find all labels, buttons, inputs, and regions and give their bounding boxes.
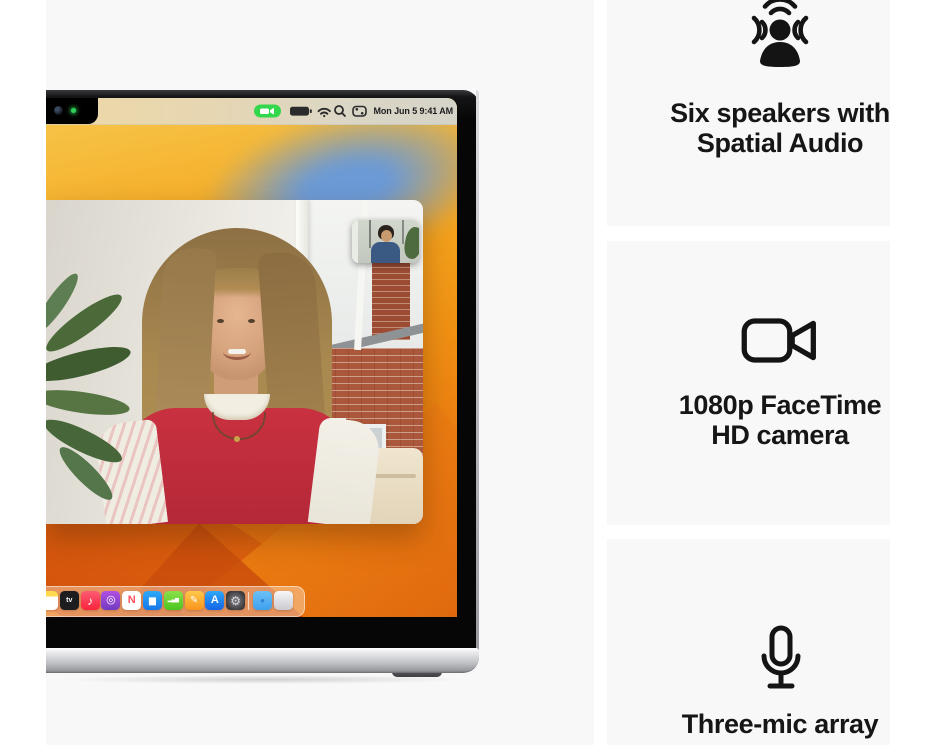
white-sleeve [308, 417, 382, 524]
menu-bar-clock: Mon Jun 5 9:41 AM [374, 106, 453, 116]
white-sleeve [94, 419, 168, 524]
pip-window-bar [402, 220, 404, 244]
facetime-window [46, 200, 423, 524]
feature-headline-line: Six speakers with [630, 98, 930, 128]
feature-tile-three-mic: Three-mic array [607, 539, 890, 745]
camera-active-pill [254, 105, 281, 118]
dock-icon-music: ♪ [81, 591, 100, 610]
camera-lens [54, 106, 63, 115]
status-icons [254, 103, 369, 119]
spatial-audio-icon [746, 0, 814, 80]
dock-icon-system-settings: ⚙ [226, 591, 245, 610]
wifi-icon [318, 109, 329, 117]
feature-headline-line: Three-mic array [630, 709, 930, 739]
caller-eye [248, 319, 255, 323]
dock-icons: tv♪◎N▆▂▄▆✎A⚙ ● [46, 587, 304, 616]
control-center-icon [353, 107, 366, 117]
pip-window-frame [352, 220, 358, 263]
display-notch [46, 98, 98, 124]
bezel-silver-rim [476, 90, 479, 650]
laptop-shadow [62, 675, 466, 684]
screen-bezel: Mon Jun 5 9:41 AM [46, 90, 479, 650]
caller-smile-teeth [228, 349, 246, 354]
pip-caller-face [381, 230, 392, 242]
feature-headline-line: 1080p FaceTime [630, 390, 930, 420]
spotlight-icon [335, 106, 345, 116]
macbook-photo-tile: Mon Jun 5 9:41 AM [46, 0, 594, 745]
facetime-camera-icon [741, 313, 819, 368]
pip-window-bar [369, 220, 371, 248]
dock-icon-apple-tv: tv [60, 591, 79, 610]
dock-icon-notes [46, 591, 58, 610]
laptop-base [46, 648, 479, 673]
caller-eye [217, 319, 224, 323]
feature-tile-spatial-audio: Six speakers with Spatial Audio [607, 0, 890, 226]
necklace-pendant [234, 436, 240, 442]
three-mic-array-icon [759, 625, 803, 693]
macbook-display: Mon Jun 5 9:41 AM [46, 98, 457, 617]
dock-icon-keynote: ▆ [143, 591, 162, 610]
dock-divider [248, 592, 249, 610]
menu-bar-status-cluster: Mon Jun 5 9:41 AM [254, 103, 453, 119]
feature-tile-facetime-camera: 1080p FaceTime HD camera [607, 241, 890, 525]
dock-icon-downloads-folder: ● [253, 591, 272, 610]
pip-caller-shirt [371, 242, 400, 263]
dock-icon-numbers: ▂▄▆ [164, 591, 183, 610]
feature-grid-image: Mon Jun 5 9:41 AM [0, 0, 945, 755]
dock-icon-pages: ✎ [185, 591, 204, 610]
dock-icon-news: N [122, 591, 141, 610]
pip-plant [402, 226, 419, 260]
feature-headline-line: HD camera [630, 420, 930, 450]
camera-indicator-light [71, 108, 76, 113]
dock-icon-app-store: A [205, 591, 224, 610]
dock-icon-podcasts: ◎ [101, 591, 120, 610]
battery-icon [290, 107, 312, 116]
menu-bar: Mon Jun 5 9:41 AM [46, 98, 457, 125]
dock-icon-trash [274, 591, 293, 610]
facetime-pip [352, 220, 419, 263]
feature-headline-line: Spatial Audio [630, 128, 930, 158]
dock: tv♪◎N▆▂▄▆✎A⚙ ● [46, 586, 305, 617]
